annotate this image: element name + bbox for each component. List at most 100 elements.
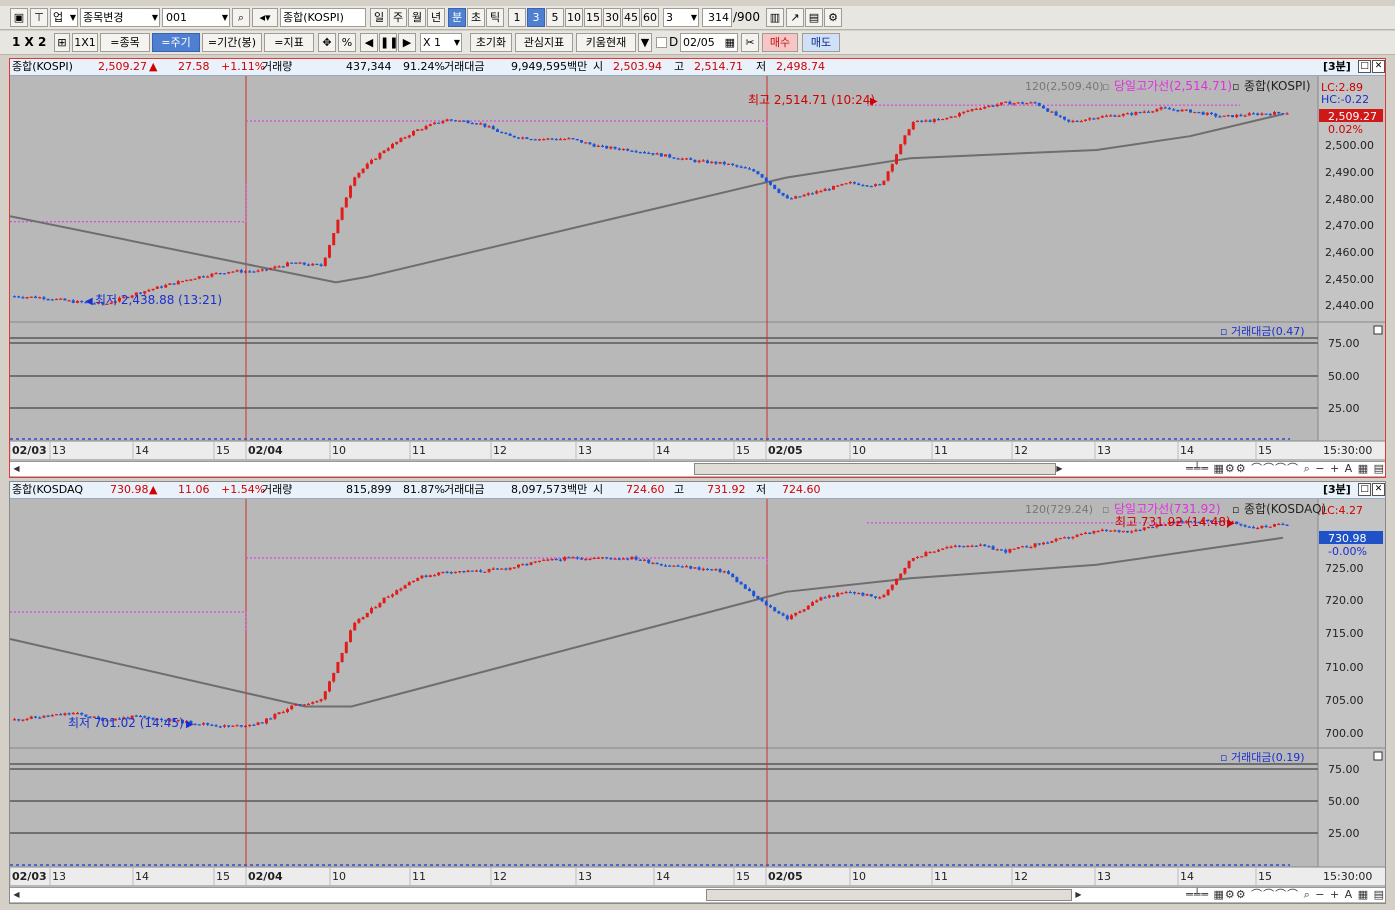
close-icon[interactable]: ✕ [1372, 60, 1385, 73]
period-tick[interactable]: 틱 [486, 8, 504, 27]
low-marker: 최저 701.02 (14:45) [68, 716, 184, 730]
minute-3[interactable]: 3 [527, 8, 545, 27]
candle-body [727, 571, 730, 574]
scroll-left-icon[interactable]: ◀ [10, 888, 23, 902]
pause-icon[interactable]: ❚❚ [379, 33, 397, 52]
period-minute[interactable]: 분 [448, 8, 466, 27]
line-tool-icon[interactable]: ↗ [786, 8, 804, 27]
candle-body [735, 577, 739, 583]
sync-indicator-button[interactable]: =지표 [264, 33, 314, 52]
sell-button[interactable]: 매도 [802, 33, 840, 52]
candle-body [424, 126, 428, 130]
candle-body [1084, 532, 1087, 534]
minute-60[interactable]: 60 [641, 8, 659, 27]
pane-change: 27.58 [178, 60, 210, 73]
chart-type-icon[interactable]: ▥ [766, 8, 784, 27]
chart-canvas[interactable]: 2,500.00 2,490.00 2,480.00 2,470.00 2,460.00… [10, 76, 1385, 461]
scale-value: X 1 [423, 36, 442, 49]
zoom-tools[interactable]: ═╧═ ▦⚙⚙ ⌒⌒⌒⌒ ⌕ − + A ▦ ▤ [1186, 888, 1385, 902]
candle-body [55, 298, 58, 301]
scale-select[interactable]: X 1 ▼ [420, 33, 462, 52]
candle-body [1138, 111, 1142, 114]
scroll-right-icon[interactable]: ▶ [1072, 888, 1085, 902]
save-icon[interactable]: ▤ [805, 8, 823, 27]
next-icon[interactable]: ▶ [398, 33, 416, 52]
period-second[interactable]: 초 [467, 8, 485, 27]
sync-range-button[interactable]: =기간(봉) [202, 33, 262, 52]
chart-pane-kospi[interactable]: 종합(KOSPI) 2,509.27 ▲ 27.58 +1.11% 거래량 43… [9, 58, 1386, 478]
candle-body [924, 120, 928, 122]
scroll-thumb[interactable] [694, 463, 1056, 475]
candle-body [659, 564, 663, 566]
chart-canvas[interactable]: 725.00 720.00 715.00 710.00 705.00 700.00 75.0… [10, 499, 1385, 887]
candle-body [1021, 546, 1024, 548]
candle-body [836, 593, 840, 597]
interval-select[interactable]: 3 ▼ [663, 8, 699, 27]
candle-body [672, 565, 676, 567]
candle-body [659, 153, 663, 157]
maximize-icon[interactable]: □ [1358, 60, 1371, 73]
minute-15[interactable]: 15 [584, 8, 602, 27]
zoom-tools[interactable]: ═╧═ ▦⚙⚙ ⌒⌒⌒⌒ ⌕ − + A ▦ ▤ [1186, 462, 1385, 476]
percent-button[interactable]: % [338, 33, 356, 52]
period-year[interactable]: 년 [427, 8, 445, 27]
layout-label[interactable]: 1 X 2 [12, 33, 46, 52]
candle-body [50, 715, 54, 717]
candle-body [340, 207, 344, 220]
ma-legend-bullet: ▫ [1102, 503, 1109, 516]
candle-body [916, 120, 919, 123]
date-input[interactable]: 02/05 ▦ [680, 33, 738, 52]
candle-body [773, 184, 777, 189]
prev-icon[interactable]: ◀ [360, 33, 378, 52]
pin-icon[interactable]: ⊤ [30, 8, 48, 27]
date-checkbox[interactable] [656, 37, 667, 48]
scroll-left-icon[interactable]: ◀ [10, 462, 23, 476]
minute-1[interactable]: 1 [508, 8, 526, 27]
candle-body [416, 578, 420, 581]
interest-indicator-button[interactable]: 관심지표 [515, 33, 573, 52]
candle-body [571, 138, 575, 140]
dropdown-arrow-icon[interactable]: ▼ [638, 33, 652, 52]
period-day[interactable]: 일 [370, 8, 388, 27]
grid-icon[interactable]: ⊞ [54, 33, 70, 52]
sync-code-button[interactable]: =종목 [100, 33, 150, 52]
scroll-thumb[interactable] [706, 889, 1072, 901]
candle-body [1176, 109, 1180, 112]
candle-body [370, 159, 373, 164]
search-icon[interactable]: ⌕ [232, 8, 250, 27]
scroll-right-icon[interactable]: ▶ [1053, 462, 1066, 476]
period-week[interactable]: 주 [389, 8, 407, 27]
candle-body [701, 568, 705, 571]
horizontal-scrollbar[interactable]: ◀ ▶ ═╧═ ▦⚙⚙ ⌒⌒⌒⌒ ⌕ − + A ▦ ▤ [10, 461, 1385, 476]
crosshair-icon[interactable]: ✥ [318, 33, 336, 52]
candle-body [80, 300, 84, 303]
kiwoom-current-button[interactable]: 키움현재 [576, 33, 636, 52]
close-icon[interactable]: ✕ [1372, 483, 1385, 496]
maximize-icon[interactable]: □ [1358, 483, 1371, 496]
minute-30[interactable]: 30 [603, 8, 621, 27]
scissors-icon[interactable]: ✂ [741, 33, 759, 52]
buy-button[interactable]: 매수 [762, 33, 798, 52]
candle-body [668, 565, 672, 567]
mode-select[interactable]: 종목변경 ▼ [80, 8, 160, 27]
name-field[interactable]: 종합(KOSPI) [280, 8, 366, 27]
candle-body [496, 568, 499, 570]
candle-body [1205, 112, 1209, 115]
minute-45[interactable]: 45 [622, 8, 640, 27]
count-input[interactable]: 314 [702, 8, 732, 27]
speaker-icon[interactable]: ◂▾ [252, 8, 278, 27]
single-layout-button[interactable]: 1X1 [72, 33, 98, 52]
gear-icon[interactable]: ⚙ [824, 8, 842, 27]
sync-period-button[interactable]: =주기 [152, 33, 200, 52]
chart-pane-kosdaq[interactable]: 종합(KOSDAQ 730.98 ▲ 11.06 +1.54% 거래량 815,… [9, 481, 1386, 904]
minute-10[interactable]: 10 [565, 8, 583, 27]
reset-button[interactable]: 초기화 [470, 33, 512, 52]
high-value: 731.92 [707, 483, 746, 496]
code-input[interactable]: 001 ▼ [162, 8, 230, 27]
horizontal-scrollbar[interactable]: ◀ ▶ ═╧═ ▦⚙⚙ ⌒⌒⌒⌒ ⌕ − + A ▦ ▤ [10, 887, 1385, 902]
type-select[interactable]: 업 ▼ [50, 8, 78, 27]
minute-5[interactable]: 5 [546, 8, 564, 27]
period-month[interactable]: 월 [408, 8, 426, 27]
candle-body [840, 183, 844, 186]
window-icon[interactable]: ▣ [10, 8, 28, 27]
